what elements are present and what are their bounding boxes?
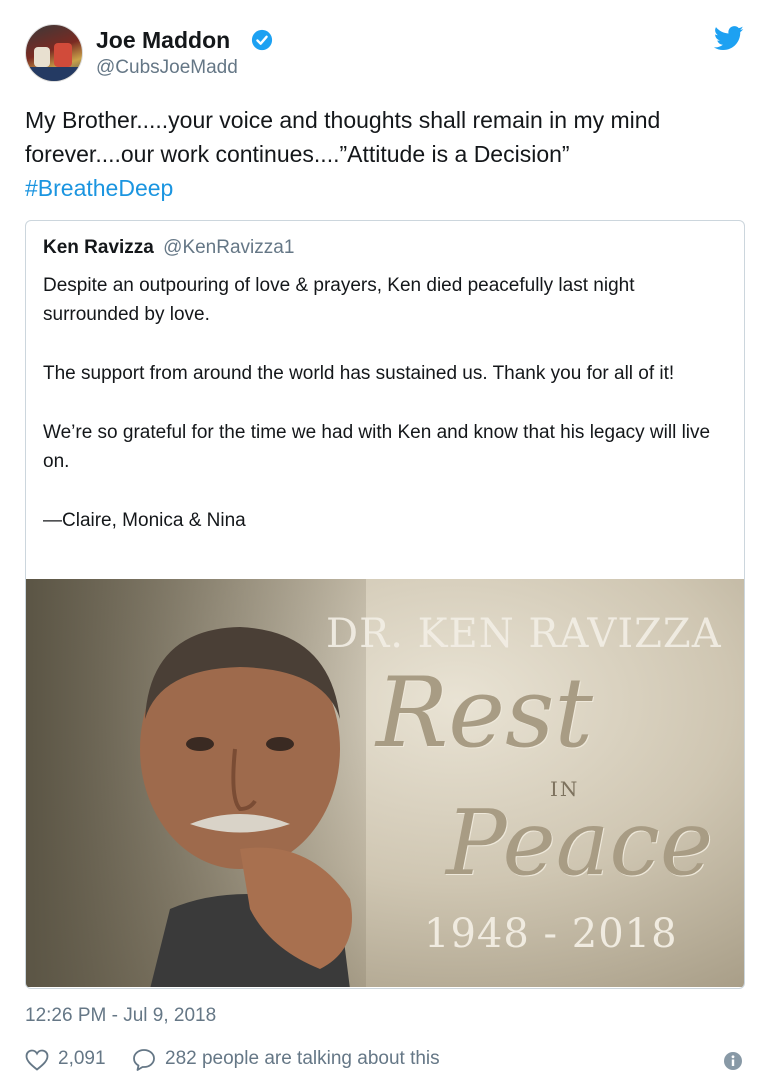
avatar-figure	[54, 43, 72, 67]
quoted-signature: —Claire, Monica & Nina	[43, 510, 246, 531]
hashtag-link[interactable]: #BreatheDeep	[25, 171, 745, 205]
avatar-banner	[26, 67, 82, 81]
image-rest: Rest	[376, 657, 593, 769]
twitter-bird-icon[interactable]	[714, 26, 744, 51]
tweet-text-line: forever....our work continues....”Attitu…	[25, 141, 570, 167]
quoted-tweet[interactable]: Ken Ravizza @KenRavizza1 Despite an outp…	[25, 220, 745, 989]
info-icon[interactable]	[723, 1051, 743, 1071]
author-avatar[interactable]	[25, 24, 83, 82]
quoted-paragraph: Despite an outpouring of love & prayers,…	[43, 275, 635, 325]
quoted-tweet-text: Despite an outpouring of love & prayers,…	[43, 271, 733, 565]
tweet-text: My Brother.....your voice and thoughts s…	[25, 103, 745, 205]
image-years: 1948 - 2018	[424, 911, 678, 957]
memorial-image[interactable]: DR. KEN RAVIZZA Rest IN Peace 1948 - 201…	[26, 579, 744, 987]
conversation-count[interactable]: 282 people are talking about this	[165, 1048, 440, 1070]
speech-bubble-icon[interactable]	[132, 1048, 156, 1072]
tweet-text-line: My Brother.....your voice and thoughts s…	[25, 107, 661, 133]
quoted-tweet-header: Ken Ravizza @KenRavizza1	[43, 237, 294, 259]
quoted-author-handle[interactable]: @KenRavizza1	[163, 237, 294, 258]
heart-icon[interactable]	[25, 1049, 49, 1071]
avatar-figure	[34, 47, 50, 67]
image-peace: Peace	[446, 791, 714, 896]
quoted-author-name[interactable]: Ken Ravizza	[43, 237, 154, 258]
tweet-timestamp[interactable]: 12:26 PM - Jul 9, 2018	[25, 1005, 216, 1027]
author-handle[interactable]: @CubsJoeMadd	[96, 57, 238, 79]
quoted-paragraph: We’re so grateful for the time we had wi…	[43, 422, 711, 472]
author-name[interactable]: Joe Maddon	[96, 27, 230, 54]
verified-badge-icon	[251, 29, 273, 51]
like-count[interactable]: 2,091	[58, 1048, 106, 1070]
portrait-illustration	[140, 627, 352, 987]
image-title: DR. KEN RAVIZZA	[326, 611, 722, 657]
quoted-paragraph: The support from around the world has su…	[43, 363, 675, 384]
